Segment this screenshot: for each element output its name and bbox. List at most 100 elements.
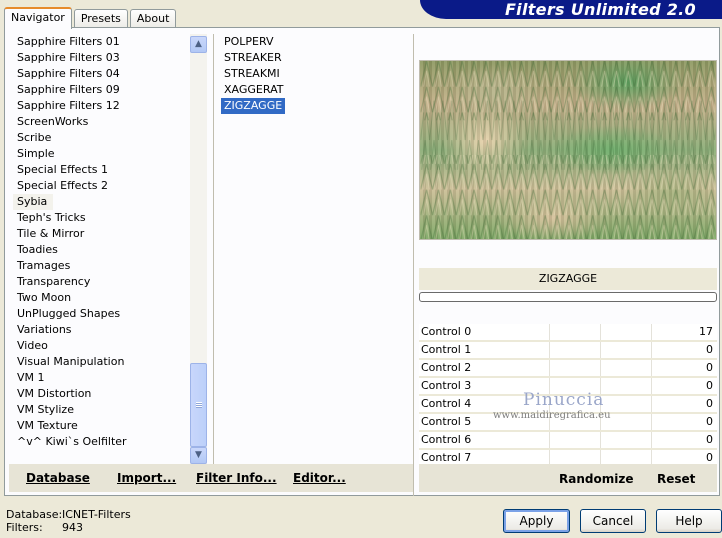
slider-track[interactable] bbox=[499, 414, 685, 430]
filter-preview bbox=[419, 60, 717, 240]
category-item-label: Scribe bbox=[17, 131, 52, 144]
category-item[interactable]: VM Texture bbox=[13, 418, 191, 434]
slider-track[interactable] bbox=[499, 360, 685, 376]
category-item-label: Teph's Tricks bbox=[17, 211, 86, 224]
scrollbar-thumb[interactable] bbox=[190, 363, 207, 447]
control-sliders: Control 0 17 Control 1 0 Control 2 0 Control 3… bbox=[419, 324, 717, 468]
control-label: Control 4 bbox=[421, 397, 472, 410]
right-button-bar: Randomize Reset bbox=[419, 464, 717, 492]
control-label: Control 1 bbox=[421, 343, 472, 356]
category-item[interactable]: Toadies bbox=[13, 242, 191, 258]
selected-filter-name: ZIGZAGGE bbox=[419, 268, 717, 290]
category-item[interactable]: Simple bbox=[13, 146, 191, 162]
category-item[interactable]: Video bbox=[13, 338, 191, 354]
category-item-label: Video bbox=[17, 339, 48, 352]
filter-info-button[interactable]: Filter Info... bbox=[196, 471, 277, 485]
filter-item[interactable]: ZIGZAGGE bbox=[221, 98, 286, 114]
control-slider-row[interactable]: Control 6 0 bbox=[419, 432, 717, 450]
filter-list[interactable]: POLPERV STREAKER STREAKMI XAGGERAT ZIGZAGGE bbox=[221, 34, 411, 450]
category-list[interactable]: Sapphire Filters 01 Sapphire Filters 03 Sa… bbox=[13, 34, 191, 450]
chevron-up-icon: ▲ bbox=[195, 39, 202, 49]
help-button[interactable]: Help bbox=[656, 509, 722, 533]
cancel-button[interactable]: Cancel bbox=[580, 509, 646, 533]
slider-track[interactable] bbox=[499, 432, 685, 448]
category-item[interactable]: ^v^ Kiwi`s Oelfilter bbox=[13, 434, 191, 450]
category-item[interactable]: Variations bbox=[13, 322, 191, 338]
category-item[interactable]: Teph's Tricks bbox=[13, 210, 191, 226]
control-label: Control 2 bbox=[421, 361, 472, 374]
database-button[interactable]: Database bbox=[26, 471, 90, 485]
randomize-button[interactable]: Randomize bbox=[559, 472, 633, 486]
filter-item[interactable]: XAGGERAT bbox=[221, 82, 286, 98]
divider bbox=[413, 34, 414, 496]
category-item[interactable]: Special Effects 2 bbox=[13, 178, 191, 194]
control-label: Control 6 bbox=[421, 433, 472, 446]
zigzag-texture bbox=[420, 61, 716, 239]
editor-button[interactable]: Editor... bbox=[293, 471, 346, 485]
import-button[interactable]: Import... bbox=[117, 471, 176, 485]
category-item[interactable]: VM 1 bbox=[13, 370, 191, 386]
category-item[interactable]: Sapphire Filters 12 bbox=[13, 98, 191, 114]
control-value: 0 bbox=[706, 433, 713, 446]
category-item-label: Special Effects 1 bbox=[17, 163, 109, 176]
apply-button[interactable]: Apply bbox=[503, 509, 570, 533]
tab-presets[interactable]: Presets bbox=[73, 9, 128, 28]
category-item[interactable]: ScreenWorks bbox=[13, 114, 191, 130]
category-item-label: VM Texture bbox=[17, 419, 78, 432]
control-slider-row[interactable]: Control 2 0 bbox=[419, 360, 717, 378]
category-item[interactable]: Sybia bbox=[13, 194, 191, 210]
slider-track[interactable] bbox=[499, 342, 685, 358]
slider-track[interactable] bbox=[499, 324, 685, 340]
filters-count-label: Filters: bbox=[6, 521, 43, 534]
control-slider-row[interactable]: Control 0 17 bbox=[419, 324, 717, 342]
control-slider-row[interactable]: Control 4 0 bbox=[419, 396, 717, 414]
control-label: Control 7 bbox=[421, 451, 472, 464]
category-item-label: Two Moon bbox=[17, 291, 72, 304]
filter-item[interactable]: STREAKMI bbox=[221, 66, 283, 82]
filter-item[interactable]: STREAKER bbox=[221, 50, 285, 66]
app-title: Filters Unlimited 2.0 bbox=[420, 0, 722, 19]
category-item[interactable]: Sapphire Filters 01 bbox=[13, 34, 191, 50]
category-item[interactable]: Two Moon bbox=[13, 290, 191, 306]
control-value: 0 bbox=[706, 361, 713, 374]
category-scrollbar[interactable]: ▲ ▼ bbox=[190, 34, 207, 464]
category-item-label: ^v^ Kiwi`s Oelfilter bbox=[17, 435, 127, 448]
tab-navigator[interactable]: Navigator bbox=[4, 7, 72, 29]
control-label: Control 3 bbox=[421, 379, 472, 392]
category-item[interactable]: Special Effects 1 bbox=[13, 162, 191, 178]
slider-track[interactable] bbox=[499, 378, 685, 394]
category-item[interactable]: Sapphire Filters 03 bbox=[13, 50, 191, 66]
category-item-label: VM Distortion bbox=[17, 387, 92, 400]
control-slider-row[interactable]: Control 1 0 bbox=[419, 342, 717, 360]
slider-track[interactable] bbox=[499, 396, 685, 412]
tab-about[interactable]: About bbox=[129, 9, 177, 28]
control-label: Control 5 bbox=[421, 415, 472, 428]
category-item-label: Sybia bbox=[13, 194, 54, 210]
category-item[interactable]: Tramages bbox=[13, 258, 191, 274]
category-item[interactable]: Sapphire Filters 04 bbox=[13, 66, 191, 82]
category-item[interactable]: Scribe bbox=[13, 130, 191, 146]
category-item[interactable]: Transparency bbox=[13, 274, 191, 290]
reset-button[interactable]: Reset bbox=[657, 472, 695, 486]
database-value: ICNET-Filters bbox=[62, 508, 131, 521]
scroll-down-button[interactable]: ▼ bbox=[190, 447, 207, 464]
category-item[interactable]: VM Distortion bbox=[13, 386, 191, 402]
control-slider-row[interactable]: Control 5 0 bbox=[419, 414, 717, 432]
category-item[interactable]: Sapphire Filters 09 bbox=[13, 82, 191, 98]
category-item[interactable]: UnPlugged Shapes bbox=[13, 306, 191, 322]
category-item[interactable]: VM Stylize bbox=[13, 402, 191, 418]
category-item[interactable]: Visual Manipulation bbox=[13, 354, 191, 370]
scroll-up-button[interactable]: ▲ bbox=[190, 36, 207, 53]
database-label: Database: bbox=[6, 508, 63, 521]
category-item[interactable]: Tile & Mirror bbox=[13, 226, 191, 242]
category-item-label: Sapphire Filters 12 bbox=[17, 99, 120, 112]
category-item-label: Special Effects 2 bbox=[17, 179, 109, 192]
filter-item[interactable]: POLPERV bbox=[221, 34, 277, 50]
control-slider-row[interactable]: Control 3 0 bbox=[419, 378, 717, 396]
control-value: 0 bbox=[706, 397, 713, 410]
category-item-label: Visual Manipulation bbox=[17, 355, 125, 368]
chevron-down-icon: ▼ bbox=[195, 450, 202, 460]
category-item-label: Sapphire Filters 03 bbox=[17, 51, 120, 64]
category-item-label: UnPlugged Shapes bbox=[17, 307, 121, 320]
tab-bar: Navigator Presets About bbox=[4, 6, 178, 29]
